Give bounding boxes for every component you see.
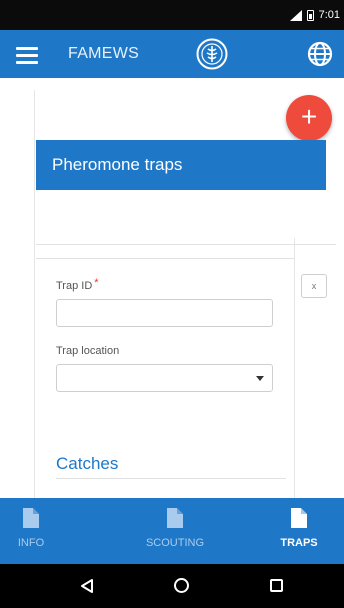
app-bar: FAMEWS (0, 30, 344, 78)
document-icon (291, 508, 307, 528)
document-icon (167, 508, 183, 528)
card-border (294, 238, 295, 498)
signal-icon (289, 9, 302, 21)
page-title: Pheromone traps (36, 140, 326, 190)
trap-location-select[interactable] (56, 364, 273, 392)
card-border (34, 90, 35, 500)
battery-icon (306, 9, 314, 21)
back-icon[interactable] (80, 579, 94, 593)
recent-apps-icon[interactable] (270, 579, 283, 592)
status-time: 7:01 (318, 9, 340, 21)
nav-item-label: SCOUTING (145, 537, 205, 549)
divider (36, 244, 336, 245)
trap-id-input[interactable] (56, 299, 273, 327)
trap-id-label: Trap ID * (56, 277, 99, 292)
system-nav-bar (0, 564, 344, 608)
home-icon[interactable] (174, 578, 189, 593)
add-trap-button[interactable]: + (286, 95, 332, 141)
trap-location-label: Trap location (56, 345, 120, 357)
status-bar: 7:01 (0, 0, 344, 30)
chevron-down-icon (256, 376, 264, 381)
nav-item-label: TRAPS (280, 537, 318, 549)
document-icon (23, 508, 39, 528)
nav-item-label: INFO (17, 537, 45, 549)
close-button[interactable]: x (301, 274, 327, 298)
divider (56, 478, 286, 479)
nav-item-scouting[interactable]: SCOUTING (120, 498, 230, 564)
required-marker: * (94, 277, 99, 289)
catches-heading: Catches (56, 454, 119, 473)
divider (36, 258, 294, 259)
app-title: FAMEWS (68, 45, 140, 62)
main-content: + Pheromone traps x Trap ID * Trap locati… (0, 78, 344, 500)
globe-icon[interactable] (306, 40, 334, 68)
nav-item-info[interactable]: INFO (4, 498, 114, 564)
bottom-nav: INFO SCOUTING TRAPS (0, 498, 344, 564)
menu-icon[interactable] (16, 47, 38, 64)
fao-logo-icon (196, 38, 228, 70)
nav-item-traps[interactable]: TRAPS (244, 498, 344, 564)
